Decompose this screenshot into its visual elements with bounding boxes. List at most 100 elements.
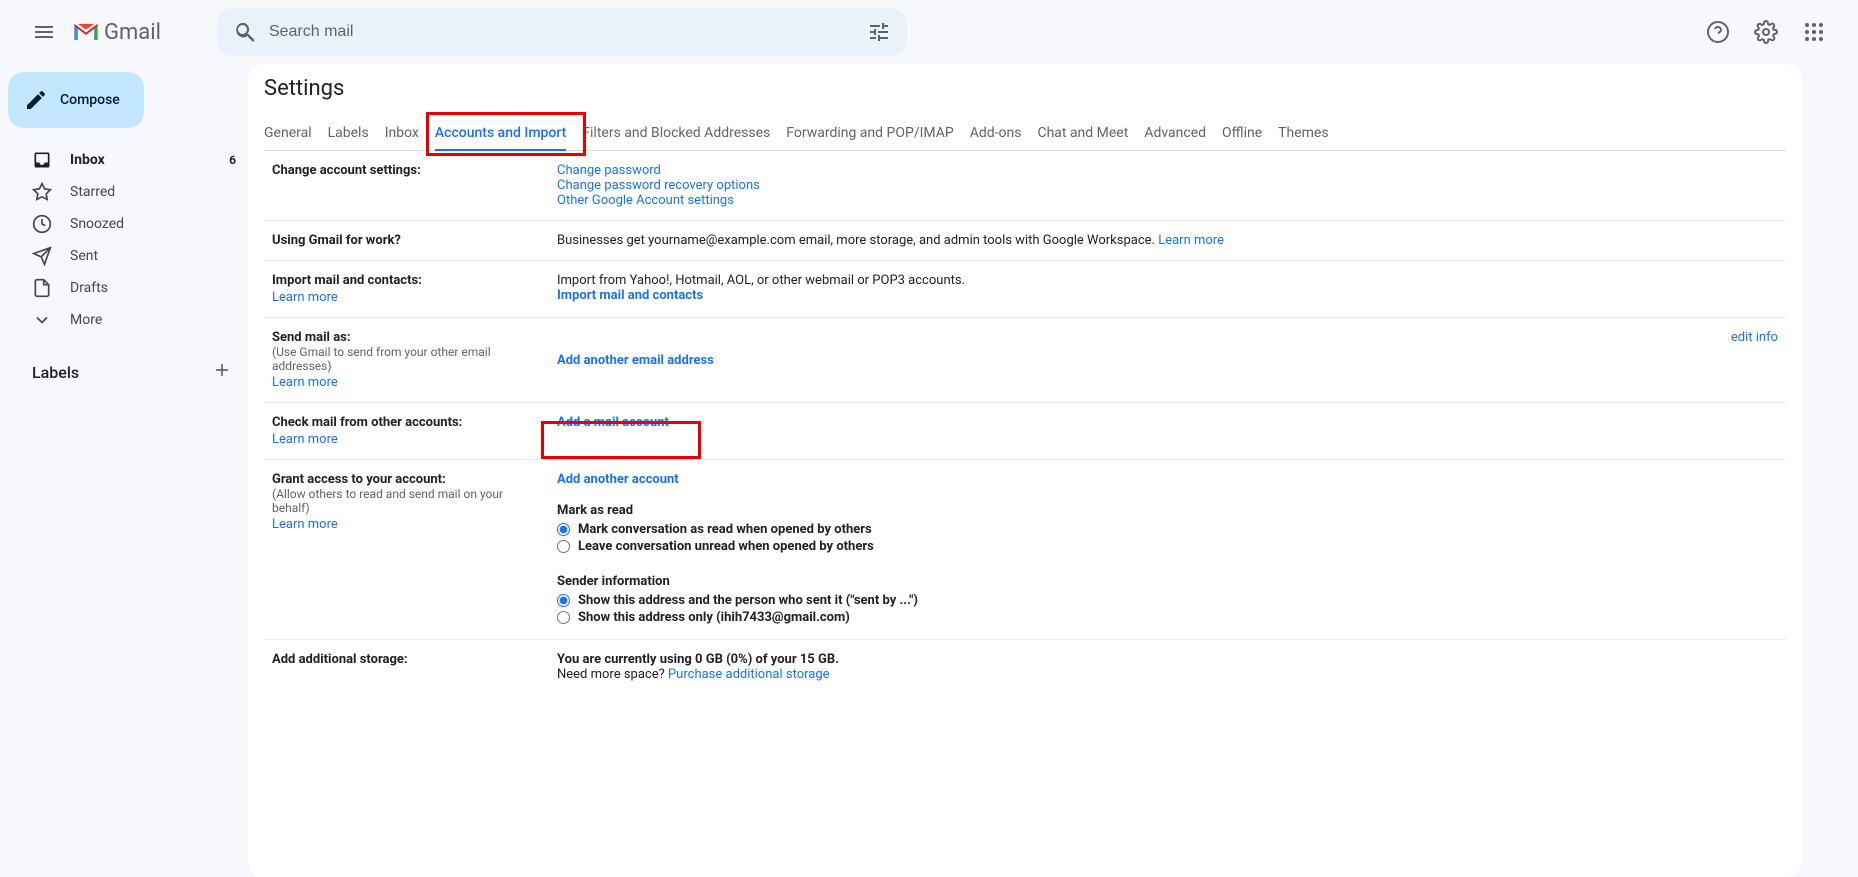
search-input[interactable] <box>265 23 859 41</box>
radio-show-address-only[interactable]: Show this address only (ihih7433@gmail.c… <box>557 610 1598 625</box>
change-password-link[interactable]: Change password <box>557 163 661 178</box>
nav-label: Drafts <box>70 280 108 296</box>
row-storage: Add additional storage: You are currentl… <box>264 640 1786 695</box>
labels-section-header: Labels <box>8 360 248 384</box>
chevron-down-icon <box>32 310 52 330</box>
nav-count: 6 <box>229 153 236 167</box>
radio-input[interactable] <box>557 594 570 607</box>
grant-learn-more[interactable]: Learn more <box>272 517 338 532</box>
nav-inbox[interactable]: Inbox 6 <box>8 144 248 176</box>
purchase-storage-link[interactable]: Purchase additional storage <box>668 667 830 682</box>
work-text: Businesses get yourname@example.com emai… <box>557 233 1158 248</box>
sender-info-label: Sender information <box>557 574 1598 589</box>
tab-general[interactable]: General <box>264 117 312 150</box>
row-import: Import mail and contacts: Learn more Imp… <box>264 261 1786 318</box>
import-mail-link[interactable]: Import mail and contacts <box>557 288 703 303</box>
row-sublabel: (Allow others to read and send mail on y… <box>272 487 541 515</box>
row-label: Using Gmail for work? <box>264 221 549 261</box>
search-bar[interactable] <box>217 8 907 56</box>
compose-label: Compose <box>60 92 120 108</box>
send-icon <box>32 246 52 266</box>
mark-as-read-label: Mark as read <box>557 503 1598 518</box>
edit-info-link[interactable]: edit info <box>1731 330 1778 345</box>
settings-table: Change account settings: Change password… <box>264 151 1786 694</box>
tab-advanced[interactable]: Advanced <box>1144 117 1206 150</box>
nav-starred[interactable]: Starred <box>8 176 248 208</box>
header-actions <box>1698 12 1850 52</box>
nav-sent[interactable]: Sent <box>8 240 248 272</box>
row-send-as: Send mail as: (Use Gmail to send from yo… <box>264 318 1786 403</box>
radio-mark-read[interactable]: Mark conversation as read when opened by… <box>557 522 1598 537</box>
row-grant-access: Grant access to your account: (Allow oth… <box>264 460 1786 640</box>
row-label: Send mail as: <box>272 330 351 345</box>
add-another-account-link[interactable]: Add another account <box>557 472 679 487</box>
settings-tabs: General Labels Inbox Accounts and Import… <box>264 109 1786 151</box>
import-learn-more[interactable]: Learn more <box>272 290 338 305</box>
row-label: Add additional storage: <box>264 640 549 695</box>
add-mail-account-link[interactable]: Add a mail account <box>557 415 669 430</box>
tab-themes[interactable]: Themes <box>1278 117 1328 150</box>
nav-label: Snoozed <box>70 216 124 232</box>
row-work: Using Gmail for work? Businesses get you… <box>264 221 1786 261</box>
hamburger-icon <box>32 20 56 44</box>
nav-more[interactable]: More <box>8 304 248 336</box>
radio-leave-unread[interactable]: Leave conversation unread when opened by… <box>557 539 1598 554</box>
tab-filters[interactable]: Filters and Blocked Addresses <box>582 117 770 150</box>
search-options-button[interactable] <box>859 12 899 52</box>
checkmail-learn-more[interactable]: Learn more <box>272 432 338 447</box>
row-label: Grant access to your account: <box>272 472 446 487</box>
tab-addons[interactable]: Add-ons <box>970 117 1022 150</box>
tune-icon <box>867 20 891 44</box>
add-email-link[interactable]: Add another email address <box>557 353 714 368</box>
import-text: Import from Yahoo!, Hotmail, AOL, or oth… <box>557 273 1598 288</box>
row-label: Check mail from other accounts: <box>272 415 462 430</box>
radio-input[interactable] <box>557 523 570 536</box>
star-icon <box>32 182 52 202</box>
sendas-learn-more[interactable]: Learn more <box>272 375 338 390</box>
gmail-logo-icon <box>72 18 100 46</box>
settings-button[interactable] <box>1746 12 1786 52</box>
nav-drafts[interactable]: Drafts <box>8 272 248 304</box>
file-icon <box>32 278 52 298</box>
work-learn-more[interactable]: Learn more <box>1158 233 1224 248</box>
nav-label: Sent <box>70 248 98 264</box>
plus-icon <box>212 360 232 380</box>
nav-list: Inbox 6 Starred Snoozed Sent Drafts M <box>8 144 248 336</box>
search-icon <box>233 20 257 44</box>
support-button[interactable] <box>1698 12 1738 52</box>
nav-snoozed[interactable]: Snoozed <box>8 208 248 240</box>
radio-input[interactable] <box>557 540 570 553</box>
search-button[interactable] <box>225 12 265 52</box>
settings-title: Settings <box>264 76 1786 109</box>
nav-label: Inbox <box>70 152 105 168</box>
tab-offline[interactable]: Offline <box>1222 117 1262 150</box>
radio-input[interactable] <box>557 611 570 624</box>
tab-accounts-import[interactable]: Accounts and Import <box>435 117 566 151</box>
gear-icon <box>1754 20 1778 44</box>
pencil-icon <box>24 88 48 112</box>
tab-forwarding[interactable]: Forwarding and POP/IMAP <box>786 117 953 150</box>
radio-show-sentby[interactable]: Show this address and the person who sen… <box>557 593 1598 608</box>
apps-button[interactable] <box>1794 12 1834 52</box>
other-account-settings-link[interactable]: Other Google Account settings <box>557 193 734 208</box>
row-label: Change account settings: <box>264 151 549 221</box>
add-label-button[interactable] <box>212 360 232 384</box>
change-recovery-link[interactable]: Change password recovery options <box>557 178 760 193</box>
main-menu-button[interactable] <box>20 8 68 56</box>
nav-label: More <box>70 312 102 328</box>
inbox-icon <box>32 150 52 170</box>
compose-button[interactable]: Compose <box>8 72 144 128</box>
sidebar: Compose Inbox 6 Starred Snoozed Sent <box>0 64 248 877</box>
nav-label: Starred <box>70 184 115 200</box>
row-change-account: Change account settings: Change password… <box>264 151 1786 221</box>
tab-inbox[interactable]: Inbox <box>385 117 419 150</box>
storage-text2: Need more space? <box>557 667 668 682</box>
tab-labels[interactable]: Labels <box>328 117 369 150</box>
row-check-mail: Check mail from other accounts: Learn mo… <box>264 403 1786 460</box>
header: Gmail <box>0 0 1858 64</box>
gmail-logo[interactable]: Gmail <box>72 18 161 46</box>
labels-title: Labels <box>32 363 79 382</box>
tab-chat[interactable]: Chat and Meet <box>1037 117 1128 150</box>
apps-grid-icon <box>1802 20 1826 44</box>
app-name: Gmail <box>104 20 161 45</box>
